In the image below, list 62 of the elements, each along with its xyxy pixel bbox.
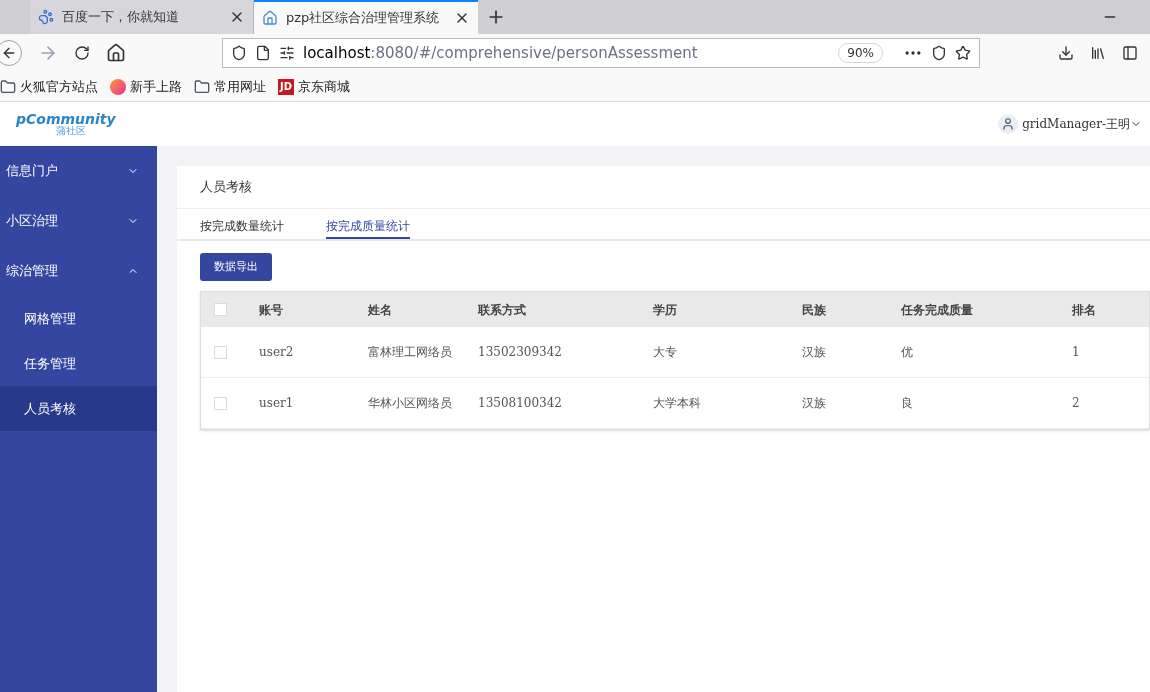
- logo: pCommunity 蒲社区: [16, 112, 116, 136]
- table-cell-text: 华林小区网络员: [368, 395, 452, 413]
- tab[interactable]: 按完成数量统计: [200, 217, 284, 239]
- table-cell-text: 13508100342: [478, 395, 562, 413]
- table-cell-text: 大学本科: [653, 395, 701, 413]
- bookmark-link[interactable]: 京东商城: [298, 76, 351, 97]
- page-icon: [255, 45, 271, 61]
- menu-item[interactable]: 网格管理: [0, 296, 157, 341]
- export-button[interactable]: 数据导出: [200, 253, 272, 282]
- home-icon: [262, 10, 278, 26]
- tab-title: 百度一下，你就知道: [62, 8, 180, 27]
- table-cell-text: user2: [259, 344, 294, 362]
- column-header: 任务完成质量: [901, 301, 973, 319]
- table-cell-text: 良: [901, 395, 913, 413]
- url-text: localhost:8080/#/comprehensive/personAssessment: [303, 42, 699, 64]
- checkbox[interactable]: [214, 303, 227, 317]
- paw-icon: [38, 9, 54, 25]
- reload-icon[interactable]: [74, 45, 90, 61]
- checkbox[interactable]: [214, 396, 227, 410]
- shield-icon: [231, 45, 247, 61]
- menu-group[interactable]: 综治管理: [0, 246, 157, 296]
- store-logo-icon: JD: [278, 78, 295, 95]
- menu-item[interactable]: 人员考核: [0, 386, 157, 431]
- menu-group[interactable]: 小区治理: [0, 196, 157, 246]
- browser-logo-icon: [110, 78, 126, 95]
- tab[interactable]: 按完成质量统计: [326, 217, 410, 239]
- column-header: 民族: [802, 301, 826, 319]
- sidebar-icon[interactable]: [1122, 45, 1138, 61]
- bookmark-link[interactable]: 火狐官方站点: [20, 76, 98, 97]
- folder-icon: [194, 78, 210, 95]
- table-cell-text: 大专: [653, 344, 677, 362]
- checkbox[interactable]: [214, 345, 227, 359]
- table-cell-text: user1: [259, 395, 294, 413]
- menu-item[interactable]: 任务管理: [0, 341, 157, 386]
- folder-icon: [0, 78, 16, 95]
- column-header: 排名: [1072, 301, 1096, 319]
- table-cell-text: 优: [901, 344, 913, 362]
- table-cell-text: 2: [1072, 395, 1080, 413]
- table-cell-text: 汉族: [802, 395, 826, 413]
- column-header: 姓名: [368, 301, 392, 319]
- tab-title: pzp社区综合治理管理系统: [286, 9, 441, 28]
- user-menu[interactable]: gridManager-王明: [1022, 115, 1130, 133]
- library-icon[interactable]: [1090, 45, 1106, 61]
- star-icon[interactable]: [955, 45, 971, 61]
- table-cell-text: 汉族: [802, 344, 826, 362]
- permissions-icon: [279, 45, 295, 61]
- table-cell-text: 13502309342: [478, 344, 562, 362]
- column-header: 联系方式: [478, 301, 526, 319]
- download-icon[interactable]: [1058, 45, 1074, 61]
- page-title: 人员考核: [200, 178, 252, 197]
- address-bar[interactable]: localhost:8080/#/comprehensive/personAssessment 90%: [222, 38, 980, 68]
- column-header: 学历: [653, 301, 677, 319]
- user-avatar-icon: [998, 114, 1019, 134]
- menu-group[interactable]: 信息门户: [0, 146, 157, 196]
- browser-tab[interactable]: 百度一下，你就知道: [30, 0, 254, 34]
- table-cell-text: 富林理工网络员: [368, 344, 452, 362]
- browser-tab[interactable]: pzp社区综合治理管理系统: [254, 0, 478, 34]
- bookmark-link[interactable]: 新手上路: [130, 76, 182, 97]
- bookmark-link[interactable]: 常用网址: [214, 76, 266, 97]
- column-header: 账号: [259, 301, 283, 319]
- home-icon[interactable]: [106, 43, 126, 63]
- table-cell-text: 1: [1072, 344, 1080, 362]
